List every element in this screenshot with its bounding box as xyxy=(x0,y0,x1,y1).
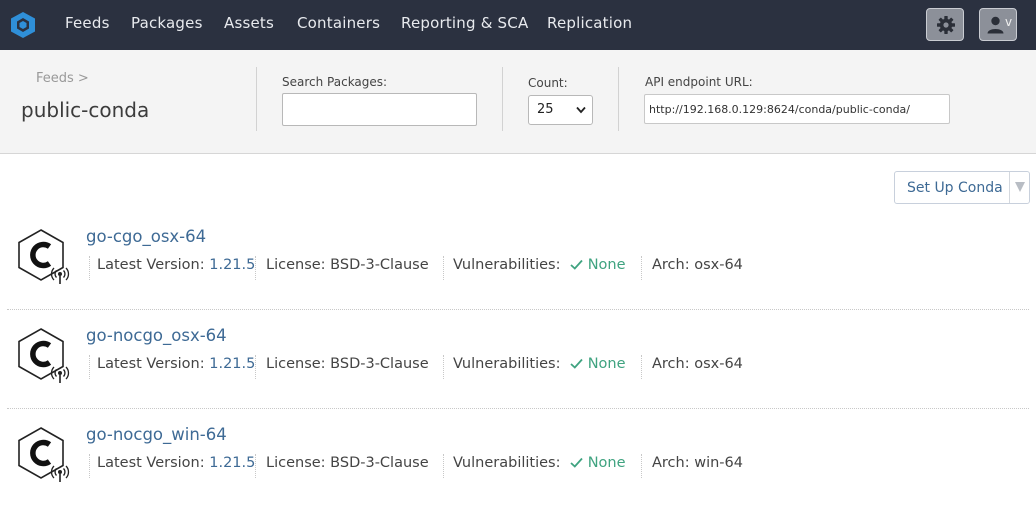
gear-icon xyxy=(937,16,955,34)
vulnerabilities-label: Vulnerabilities: xyxy=(453,257,561,273)
arch-value: osx-64 xyxy=(694,257,743,273)
user-caret: v xyxy=(1005,15,1013,29)
meta-divider xyxy=(89,454,90,478)
version-link[interactable]: 1.21.5 xyxy=(209,455,255,471)
vulnerabilities-link[interactable]: None xyxy=(588,455,626,471)
license-value: BSD-3-Clause xyxy=(330,257,429,273)
license-value: BSD-3-Clause xyxy=(330,356,429,372)
count-select[interactable]: 25 xyxy=(528,95,593,125)
arch-label: Arch: xyxy=(652,455,690,471)
arch: Arch: osx-64 xyxy=(652,257,743,273)
package-row: go-nocgo_win-64 Latest Version: 1.21.5 L… xyxy=(7,409,1029,508)
nav-feeds[interactable]: Feeds xyxy=(65,14,110,32)
vulnerabilities: Vulnerabilities: None xyxy=(453,356,626,372)
vulnerabilities-link[interactable]: None xyxy=(588,356,626,372)
arch: Arch: osx-64 xyxy=(652,356,743,372)
settings-button[interactable] xyxy=(926,8,964,41)
license-label: License: xyxy=(266,455,326,471)
checkmark-icon xyxy=(570,358,583,369)
latest-version-label: Latest Version: xyxy=(97,455,205,471)
latest-version: Latest Version: 1.21.5 xyxy=(97,356,255,372)
nav-containers[interactable]: Containers xyxy=(297,14,380,32)
logo-icon[interactable] xyxy=(10,11,36,39)
page-title: public-conda xyxy=(21,98,150,122)
latest-version-label: Latest Version: xyxy=(97,257,205,273)
conda-package-icon xyxy=(18,328,70,383)
vulnerabilities-label: Vulnerabilities: xyxy=(453,455,561,471)
breadcrumb[interactable]: Feeds > xyxy=(36,71,89,86)
meta-divider xyxy=(255,256,256,280)
header-divider xyxy=(256,67,257,131)
checkmark-icon xyxy=(570,457,583,468)
search-label: Search Packages: xyxy=(282,75,388,89)
api-endpoint-label: API endpoint URL: xyxy=(645,75,753,89)
conda-package-icon xyxy=(18,427,70,482)
count-label: Count: xyxy=(528,76,568,90)
license-label: License: xyxy=(266,356,326,372)
vulnerabilities: Vulnerabilities: None xyxy=(453,455,626,471)
header-divider xyxy=(502,67,503,131)
top-nav-bar: Feeds Packages Assets Containers Reporti… xyxy=(0,0,1036,50)
checkmark-icon xyxy=(570,259,583,270)
setup-conda-label: Set Up Conda xyxy=(907,180,1003,196)
setup-conda-button[interactable]: Set Up Conda xyxy=(894,171,1030,204)
user-menu-button[interactable]: v xyxy=(979,8,1017,41)
meta-divider xyxy=(641,355,642,379)
caret-down-icon[interactable] xyxy=(1014,181,1026,193)
version-link[interactable]: 1.21.5 xyxy=(209,257,255,273)
header-divider xyxy=(618,67,619,131)
latest-version: Latest Version: 1.21.5 xyxy=(97,257,255,273)
chevron-down-icon xyxy=(576,106,586,114)
package-name-link[interactable]: go-cgo_osx-64 xyxy=(86,227,206,246)
package-row: go-nocgo_osx-64 Latest Version: 1.21.5 L… xyxy=(7,310,1029,409)
latest-version: Latest Version: 1.21.5 xyxy=(97,455,255,471)
meta-divider xyxy=(443,355,444,379)
vulnerabilities-link[interactable]: None xyxy=(588,257,626,273)
arch-value: win-64 xyxy=(694,455,743,471)
package-row: go-cgo_osx-64 Latest Version: 1.21.5 Lic… xyxy=(7,211,1029,310)
meta-divider xyxy=(641,256,642,280)
license-label: License: xyxy=(266,257,326,273)
meta-divider xyxy=(443,256,444,280)
meta-divider xyxy=(255,454,256,478)
button-split-divider xyxy=(1009,172,1010,203)
meta-divider xyxy=(641,454,642,478)
license: License: BSD-3-Clause xyxy=(266,257,429,273)
meta-divider xyxy=(255,355,256,379)
package-name-link[interactable]: go-nocgo_win-64 xyxy=(86,425,227,444)
nav-replication[interactable]: Replication xyxy=(547,14,632,32)
license: License: BSD-3-Clause xyxy=(266,455,429,471)
count-value: 25 xyxy=(537,102,554,117)
license-value: BSD-3-Clause xyxy=(330,455,429,471)
user-icon xyxy=(987,16,1004,34)
license: License: BSD-3-Clause xyxy=(266,356,429,372)
version-link[interactable]: 1.21.5 xyxy=(209,356,255,372)
nav-assets[interactable]: Assets xyxy=(224,14,274,32)
meta-divider xyxy=(89,256,90,280)
arch-value: osx-64 xyxy=(694,356,743,372)
nav-reporting-sca[interactable]: Reporting & SCA xyxy=(401,14,528,32)
meta-divider xyxy=(443,454,444,478)
search-input[interactable] xyxy=(282,93,477,126)
arch-label: Arch: xyxy=(652,257,690,273)
latest-version-label: Latest Version: xyxy=(97,356,205,372)
package-name-link[interactable]: go-nocgo_osx-64 xyxy=(86,326,227,345)
arch: Arch: win-64 xyxy=(652,455,743,471)
conda-package-icon xyxy=(18,229,70,284)
api-endpoint-field[interactable]: http://192.168.0.129:8624/conda/public-c… xyxy=(644,94,950,124)
meta-divider xyxy=(89,355,90,379)
arch-label: Arch: xyxy=(652,356,690,372)
vulnerabilities-label: Vulnerabilities: xyxy=(453,356,561,372)
vulnerabilities: Vulnerabilities: None xyxy=(453,257,626,273)
nav-packages[interactable]: Packages xyxy=(131,14,203,32)
